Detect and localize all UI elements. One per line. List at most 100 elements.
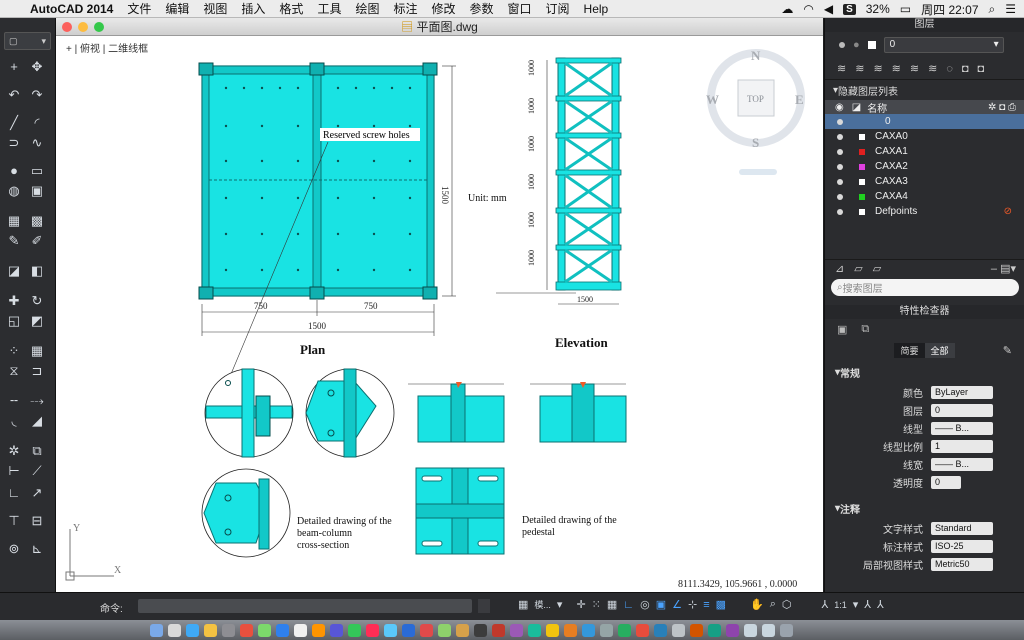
color-dropdown[interactable]: ByLayer — [931, 385, 993, 399]
app-icon[interactable] — [564, 624, 577, 637]
app-icon[interactable] — [420, 624, 433, 637]
lock-column-icons[interactable]: ✲ ◘ ⎙ — [988, 102, 1016, 113]
app-icon[interactable] — [600, 624, 613, 637]
dim-style-dropdown[interactable]: ISO-25 — [931, 539, 993, 553]
launchpad-icon[interactable] — [168, 624, 181, 637]
menu-subscription[interactable]: 订阅 — [546, 0, 570, 17]
spline-icon[interactable]: ∿ — [28, 134, 46, 152]
stretch-icon[interactable]: ◩ — [28, 312, 46, 330]
app-icon[interactable] — [204, 624, 217, 637]
move-icon[interactable]: ✚ — [5, 292, 23, 310]
menu-dimension[interactable]: 标注 — [393, 0, 417, 17]
app-icon[interactable] — [240, 624, 253, 637]
app-icon[interactable] — [654, 624, 667, 637]
app-icon[interactable] — [402, 624, 415, 637]
layout-grid-icon[interactable]: ▦ — [518, 598, 528, 611]
transparency-field[interactable]: 0 — [931, 475, 961, 489]
model-tab[interactable]: 模... — [534, 598, 551, 611]
paint-icon[interactable]: ✎ — [5, 232, 23, 250]
hatch-icon[interactable]: ▦ — [5, 212, 23, 230]
menu-help[interactable]: Help — [584, 2, 609, 16]
viewcube-e[interactable]: E — [795, 92, 804, 107]
autoscale-icon[interactable]: ⅄ — [877, 598, 884, 611]
scale-icon[interactable]: ◱ — [5, 312, 23, 330]
app-icon[interactable] — [618, 624, 631, 637]
redo-icon[interactable]: ↷ — [28, 86, 46, 104]
menu-format[interactable]: 格式 — [279, 0, 303, 17]
command-input[interactable] — [138, 599, 472, 613]
dots-icon[interactable]: ⁙ — [592, 598, 601, 611]
annotation-visibility-icon[interactable]: ⅄ — [864, 598, 871, 611]
app-icon[interactable] — [708, 624, 721, 637]
wifi-icon[interactable]: ◠ — [803, 2, 813, 16]
app-icon[interactable] — [330, 624, 343, 637]
list-icon[interactable]: ☰ — [1005, 2, 1016, 16]
layer-options-icon[interactable]: – ▤▾ — [991, 262, 1016, 275]
menu-view[interactable]: 视图 — [203, 0, 227, 17]
app-icon[interactable] — [672, 624, 685, 637]
pan-icon[interactable]: ✋ — [750, 598, 764, 611]
lineweight-icon[interactable]: ≡ — [703, 599, 709, 611]
minimize-window-button[interactable] — [78, 22, 88, 32]
measure-icon[interactable]: ⊾ — [28, 540, 46, 558]
volume-icon[interactable]: ◀ — [824, 2, 833, 16]
layer-tool-icon[interactable]: ◘ — [978, 63, 985, 75]
new-layer-icon[interactable]: ⊿ — [835, 262, 844, 275]
app-icon[interactable] — [546, 624, 559, 637]
eraser-icon[interactable]: ◧ — [28, 262, 46, 280]
layer-state-icon[interactable]: ◪ — [852, 102, 861, 113]
inquiry-icon[interactable]: ⊚ — [5, 540, 23, 558]
snap-icon[interactable]: ✛ — [576, 598, 585, 611]
section-general[interactable]: ▾ 常规 — [825, 361, 1024, 383]
app-icon[interactable] — [294, 624, 307, 637]
join-icon[interactable]: ⧉ — [28, 442, 46, 460]
app-icon[interactable] — [312, 624, 325, 637]
viewcube-n[interactable]: N — [751, 48, 761, 63]
layer-tool-icon[interactable]: ≋ — [873, 62, 882, 75]
text-style-dropdown[interactable]: Standard — [931, 521, 993, 535]
close-window-button[interactable] — [62, 22, 72, 32]
layer-row[interactable]: CAXA1 — [825, 144, 1024, 159]
table-props-icon[interactable]: ⧉ — [861, 323, 869, 336]
viewcube-w[interactable]: W — [706, 92, 719, 107]
layer-tool-icon[interactable]: ≋ — [837, 62, 846, 75]
name-column-header[interactable]: 名称 — [867, 100, 887, 115]
array-icon[interactable]: ⁘ — [5, 342, 23, 360]
app-icon[interactable] — [222, 624, 235, 637]
layer-row[interactable]: CAXA0 — [825, 129, 1024, 144]
app-icon[interactable] — [456, 624, 469, 637]
layer-tool-icon[interactable]: ◘ — [962, 63, 969, 75]
layer-row[interactable]: 0 — [825, 114, 1024, 129]
linetype-scale-field[interactable]: 1 — [931, 439, 993, 453]
text-icon[interactable]: ⊤ — [5, 512, 23, 530]
new-group-icon[interactable]: ▱ — [854, 262, 862, 275]
dyn-icon[interactable]: ⊹ — [688, 598, 697, 611]
app-icon[interactable] — [438, 624, 451, 637]
app-icon[interactable] — [582, 624, 595, 637]
orbit-icon[interactable]: ⬡ — [782, 598, 792, 611]
pick-icon[interactable]: ✎ — [1003, 344, 1012, 357]
zoom-window-button[interactable] — [94, 22, 104, 32]
current-layer-dropdown[interactable]: 0 ▾ — [883, 37, 1004, 53]
frog-icon[interactable]: ✥ — [28, 58, 46, 76]
section-annotation[interactable]: ▾ 注释 — [825, 497, 1024, 519]
app-icon[interactable] — [258, 624, 271, 637]
layer-row[interactable]: CAXA3 — [825, 174, 1024, 189]
explode-icon[interactable]: ✲ — [5, 442, 23, 460]
command-scroll[interactable] — [478, 599, 490, 613]
aligned-dim-icon[interactable]: ⟋ — [28, 462, 46, 480]
finder-icon[interactable] — [150, 624, 163, 637]
folder-icon[interactable] — [762, 624, 775, 637]
menu-modify[interactable]: 修改 — [431, 0, 455, 17]
menu-insert[interactable]: 插入 — [241, 0, 265, 17]
menu-window[interactable]: 窗口 — [508, 0, 532, 17]
otrack-icon[interactable]: ∠ — [672, 598, 682, 611]
app-icon[interactable] — [510, 624, 523, 637]
trim-icon[interactable]: ╌ — [5, 392, 23, 410]
erase-icon[interactable]: ◪ — [5, 262, 23, 280]
app-menu[interactable]: AutoCAD 2014 — [30, 2, 113, 16]
mirror-icon[interactable]: ⧖ — [5, 362, 23, 380]
layer-tool-icon[interactable]: ◌ — [946, 63, 953, 75]
tab-brief[interactable]: 简要 — [894, 342, 925, 358]
extend-icon[interactable]: ⤏ — [28, 392, 46, 410]
